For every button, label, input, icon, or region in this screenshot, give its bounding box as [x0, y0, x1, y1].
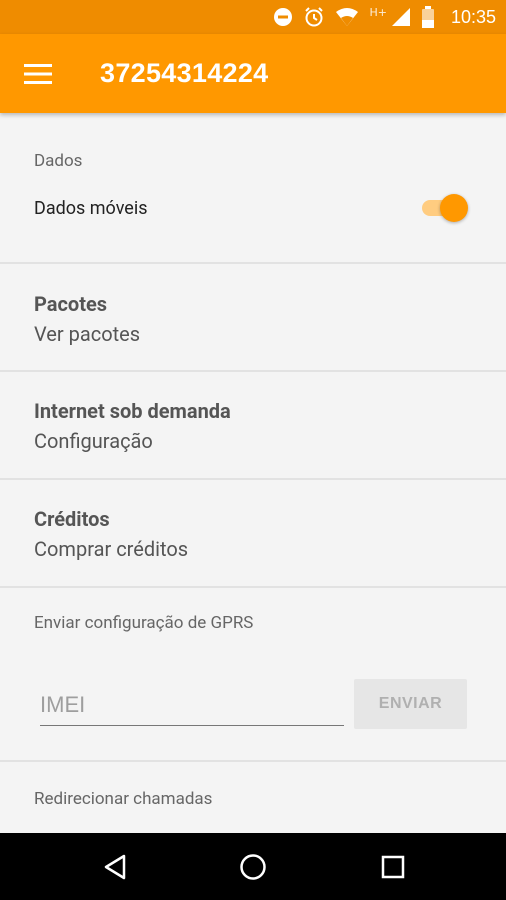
system-nav-bar: [0, 833, 506, 900]
list-item-title: Pacotes: [34, 292, 108, 316]
mobile-data-toggle[interactable]: [422, 193, 470, 223]
signal-icon: [391, 7, 411, 27]
wifi-icon: [335, 7, 359, 27]
back-icon[interactable]: [80, 833, 150, 900]
mobile-data-label: Dados móveis: [34, 198, 148, 219]
list-item-subtitle: Comprar créditos: [34, 537, 189, 561]
list-item-pacotes[interactable]: Pacotes Ver pacotes: [0, 264, 506, 370]
divider: [0, 760, 506, 762]
list-item-title: Créditos: [34, 507, 110, 531]
section-header-gprs: Enviar configuração de GPRS: [34, 613, 254, 633]
hamburger-menu-icon[interactable]: [0, 63, 78, 85]
clock: 10:35: [450, 6, 496, 27]
list-item-subtitle: Configuração: [34, 429, 153, 453]
section-header-redirect[interactable]: Redirecionar chamadas: [34, 789, 212, 809]
alarm-icon: [303, 6, 325, 28]
battery-icon: [421, 6, 435, 28]
home-icon[interactable]: [218, 833, 288, 900]
settings-list: Dados Dados móveis Pacotes Ver pacotes I…: [0, 113, 506, 833]
send-button[interactable]: ENVIAR: [354, 679, 467, 729]
app-bar: 37254314224: [0, 34, 506, 113]
divider: [0, 586, 506, 588]
list-item-subtitle: Ver pacotes: [34, 322, 141, 346]
network-type-label: H+: [369, 5, 387, 19]
imei-input[interactable]: [40, 684, 344, 726]
list-item-internet[interactable]: Internet sob demanda Configuração: [0, 372, 506, 478]
do-not-disturb-icon: [273, 7, 293, 27]
page-title: 37254314224: [100, 58, 269, 88]
status-bar: H+ 10:35: [0, 0, 506, 34]
list-item-creditos[interactable]: Créditos Comprar créditos: [0, 480, 506, 586]
recents-icon[interactable]: [358, 833, 428, 900]
toggle-thumb: [440, 194, 468, 222]
list-item-title: Internet sob demanda: [34, 399, 231, 423]
section-header-dados: Dados: [34, 151, 83, 171]
